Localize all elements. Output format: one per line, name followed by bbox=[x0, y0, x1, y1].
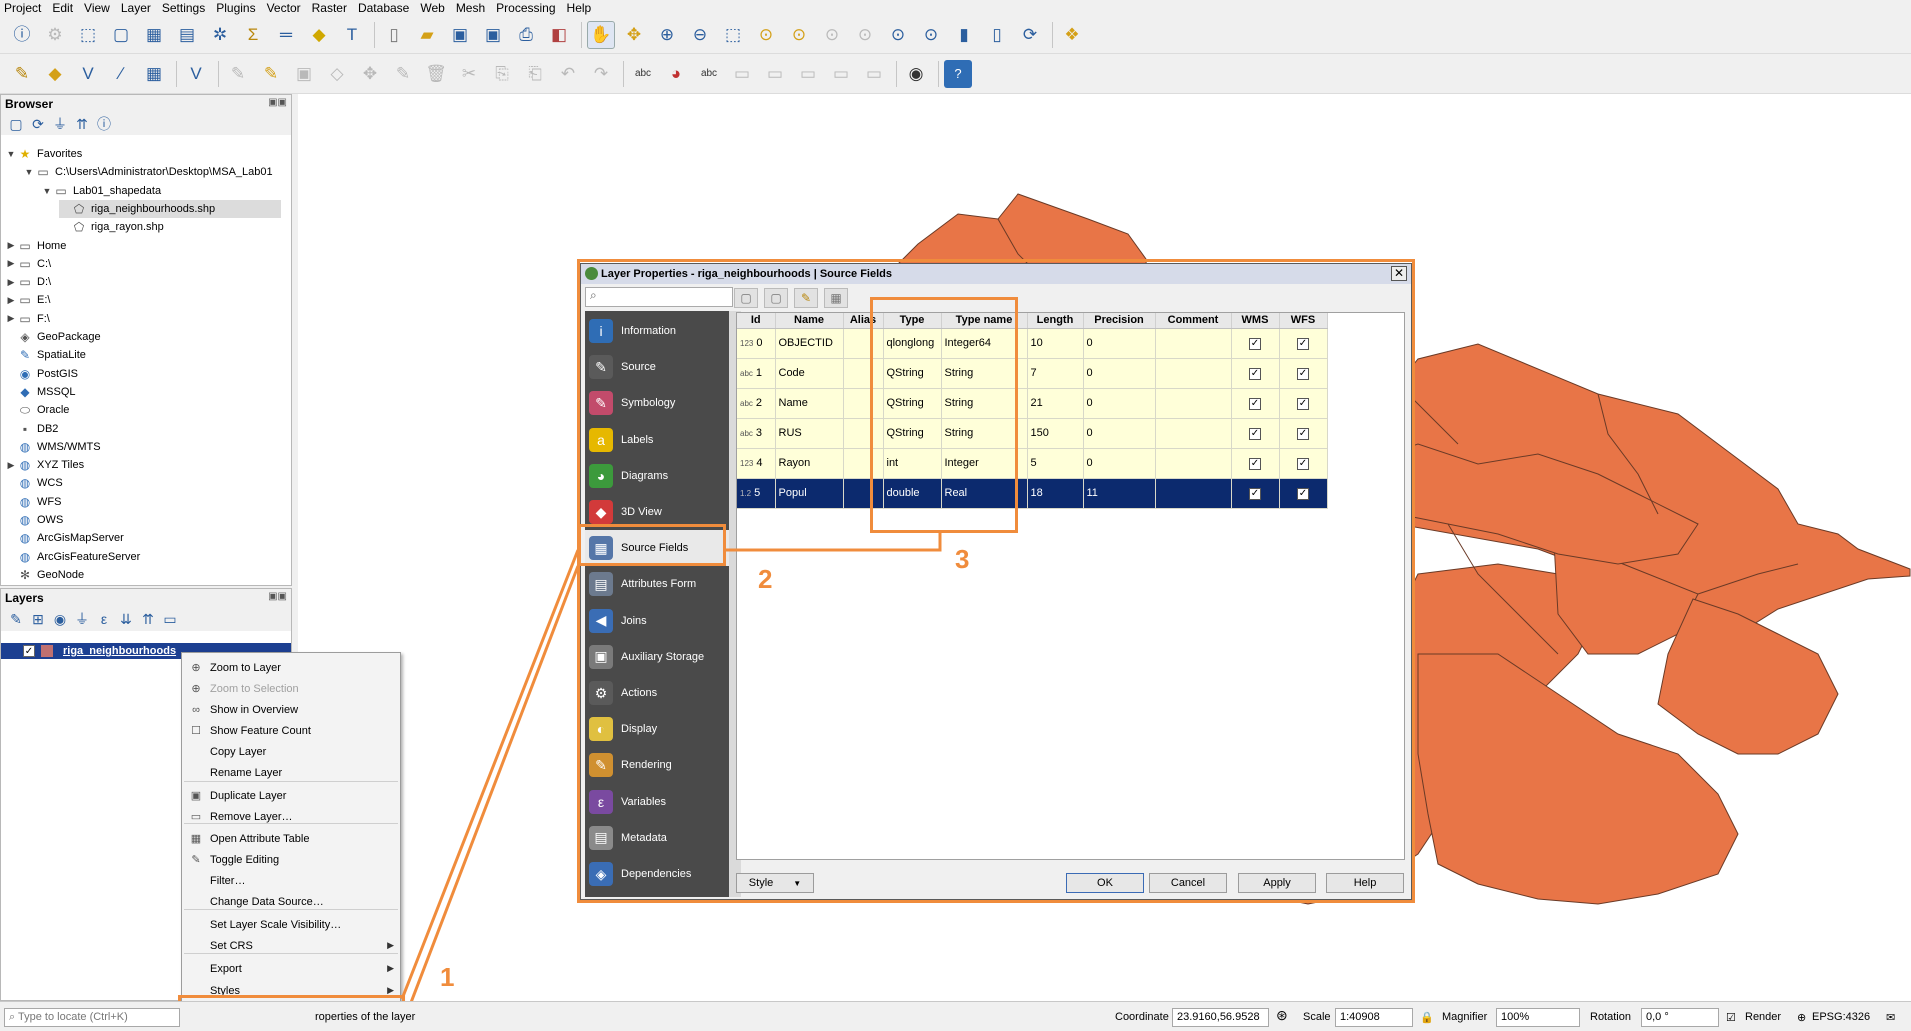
crs-globe-icon[interactable]: ⊕ bbox=[1797, 1011, 1806, 1024]
locate-search-input[interactable]: ⌕ Type to locate (Ctrl+K) bbox=[4, 1008, 180, 1027]
render-label: Render bbox=[1745, 1011, 1782, 1023]
crs-label[interactable]: EPSG:4326 bbox=[1812, 1011, 1870, 1023]
rotation-spinbox[interactable]: 0,0 ° bbox=[1641, 1008, 1719, 1027]
magnifier-spinbox[interactable]: 100% bbox=[1496, 1008, 1580, 1027]
status-bar: ⌕ Type to locate (Ctrl+K) roperties of t… bbox=[0, 1001, 1911, 1031]
annotation-number-3: 3 bbox=[955, 544, 970, 574]
render-checkbox[interactable]: ☑ bbox=[1726, 1011, 1736, 1024]
magnifier-label: Magnifier bbox=[1442, 1011, 1488, 1023]
annotation-connector-lines bbox=[400, 533, 942, 1027]
coordinate-field[interactable]: 23.9160,56.9528 bbox=[1172, 1008, 1269, 1027]
scale-lock-icon[interactable]: 🔒 bbox=[1420, 1011, 1434, 1024]
toggle-extents-icon[interactable]: ⊛ bbox=[1276, 1007, 1288, 1024]
rotation-label: Rotation bbox=[1590, 1011, 1631, 1023]
annotation-number-1: 1 bbox=[440, 962, 455, 992]
scale-label: Scale bbox=[1303, 1011, 1331, 1023]
search-icon: ⌕ bbox=[9, 1011, 16, 1023]
annotation-number-2: 2 bbox=[758, 564, 773, 594]
status-hint: roperties of the layer bbox=[315, 1011, 416, 1023]
scale-combobox[interactable]: 1:40908 bbox=[1335, 1008, 1413, 1027]
coordinate-label: Coordinate bbox=[1115, 1011, 1169, 1023]
messages-icon[interactable]: ✉ bbox=[1886, 1011, 1895, 1024]
locate-placeholder: Type to locate (Ctrl+K) bbox=[18, 1011, 128, 1023]
